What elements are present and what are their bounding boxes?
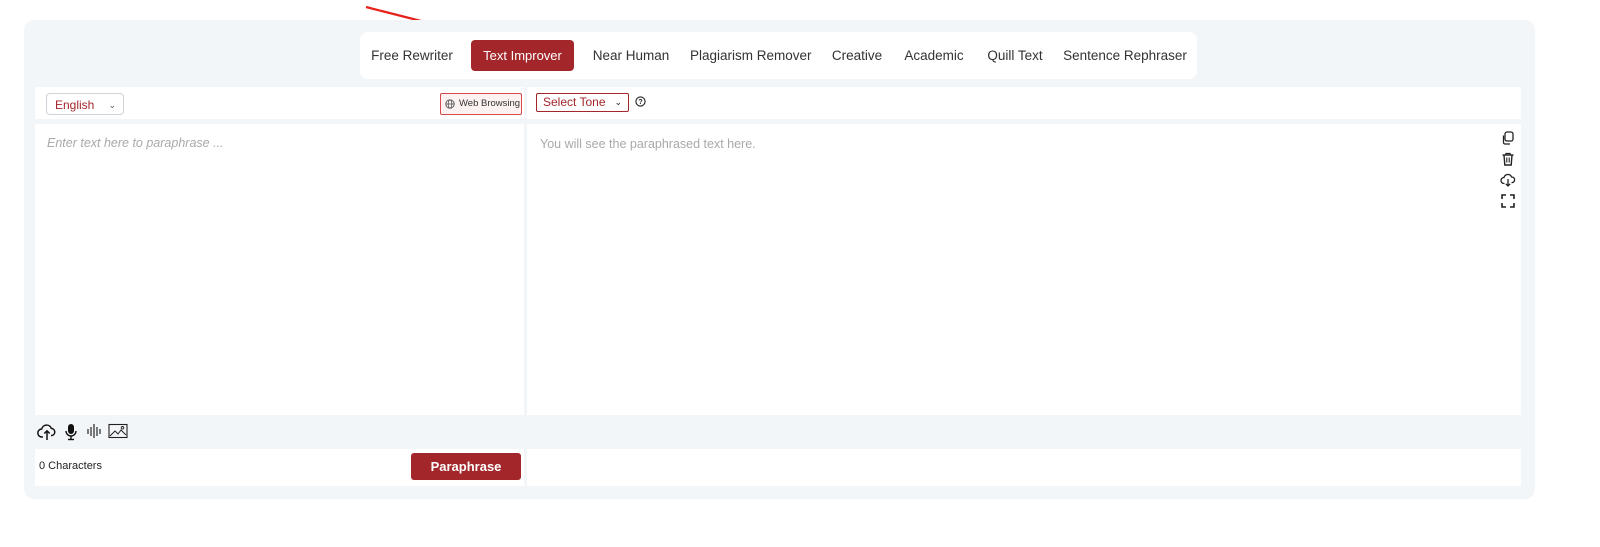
input-footer: 0 Characters Paraphrase bbox=[35, 449, 524, 486]
audio-wave-icon[interactable] bbox=[87, 423, 101, 439]
tab-sentence-rephraser[interactable]: Sentence Rephraser bbox=[1063, 40, 1187, 71]
output-text-area: You will see the paraphrased text here. bbox=[527, 124, 1521, 415]
image-icon[interactable] bbox=[108, 423, 128, 439]
output-footer bbox=[527, 449, 1521, 486]
input-text-area[interactable]: Enter text here to paraphrase ... bbox=[35, 124, 524, 415]
trash-icon[interactable] bbox=[1500, 151, 1516, 167]
fullscreen-icon[interactable] bbox=[1500, 193, 1516, 209]
tab-free-rewriter[interactable]: Free Rewriter bbox=[368, 40, 456, 71]
upload-cloud-icon[interactable] bbox=[37, 423, 57, 441]
language-select[interactable]: English ⌄ bbox=[46, 93, 124, 115]
globe-icon bbox=[445, 99, 455, 109]
tone-select[interactable]: Select Tone ⌄ bbox=[536, 93, 629, 112]
web-browsing-label: Web Browsing bbox=[459, 98, 521, 109]
microphone-icon[interactable] bbox=[64, 423, 78, 441]
paraphraser-panel: Free Rewriter Text Improver Near Human P… bbox=[24, 20, 1535, 499]
copy-icon[interactable] bbox=[1500, 130, 1516, 146]
output-toolbar: Select Tone ⌄ ? bbox=[527, 87, 1521, 119]
input-placeholder: Enter text here to paraphrase ... bbox=[47, 136, 224, 150]
tab-quill-text[interactable]: Quill Text bbox=[986, 40, 1044, 71]
web-browsing-button[interactable]: Web Browsing bbox=[440, 93, 522, 115]
input-toolbar: English ⌄ Web Browsing bbox=[35, 87, 524, 119]
svg-text:?: ? bbox=[638, 99, 642, 106]
chevron-down-icon: ⌄ bbox=[614, 97, 622, 107]
tone-value: Select Tone bbox=[543, 95, 606, 109]
tab-near-human[interactable]: Near Human bbox=[592, 40, 670, 71]
tab-creative[interactable]: Creative bbox=[830, 40, 884, 71]
mode-tabs: Free Rewriter Text Improver Near Human P… bbox=[360, 32, 1197, 79]
tab-text-improver[interactable]: Text Improver bbox=[471, 40, 574, 71]
character-count: 0 Characters bbox=[39, 460, 102, 472]
help-icon[interactable]: ? bbox=[635, 96, 646, 107]
output-tools bbox=[1500, 130, 1518, 214]
language-value: English bbox=[55, 98, 95, 112]
paraphrase-button[interactable]: Paraphrase bbox=[411, 453, 521, 480]
chevron-down-icon: ⌄ bbox=[108, 100, 116, 110]
tab-plagiarism-remover[interactable]: Plagiarism Remover bbox=[690, 40, 812, 71]
output-placeholder: You will see the paraphrased text here. bbox=[540, 137, 756, 151]
download-cloud-icon[interactable] bbox=[1500, 172, 1516, 188]
tab-academic[interactable]: Academic bbox=[903, 40, 965, 71]
